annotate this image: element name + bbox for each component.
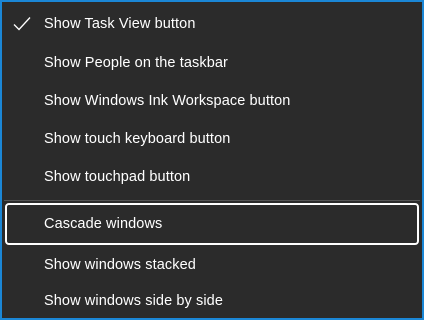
menu-item-label: Show windows side by side — [44, 293, 224, 309]
menu-item-label: Show touch keyboard button — [44, 131, 231, 147]
menu-item-show-touchpad[interactable]: Show touchpad button — [4, 158, 420, 196]
checkmark-icon — [13, 17, 31, 31]
menu-item-label: Show windows stacked — [44, 257, 196, 273]
menu-item-show-windows-side-by-side[interactable]: Show windows side by side — [4, 282, 420, 318]
menu-item-label: Show touchpad button — [44, 169, 191, 185]
menu-item-cascade-windows[interactable]: Cascade windows — [5, 203, 419, 245]
taskbar-context-menu: Show Task View button Show People on the… — [0, 0, 424, 320]
menu-item-label: Cascade windows — [44, 216, 163, 232]
menu-item-label: Show Task View button — [44, 16, 196, 32]
menu-item-show-touch-keyboard[interactable]: Show touch keyboard button — [4, 120, 420, 158]
menu-item-show-windows-stacked[interactable]: Show windows stacked — [4, 246, 420, 284]
menu-item-label: Show Windows Ink Workspace button — [44, 93, 291, 109]
menu-item-show-people[interactable]: Show People on the taskbar — [4, 44, 420, 82]
menu-item-show-task-view[interactable]: Show Task View button — [4, 5, 420, 43]
menu-item-label: Show People on the taskbar — [44, 55, 228, 71]
menu-item-show-windows-ink[interactable]: Show Windows Ink Workspace button — [4, 82, 420, 120]
menu-separator — [4, 200, 420, 201]
